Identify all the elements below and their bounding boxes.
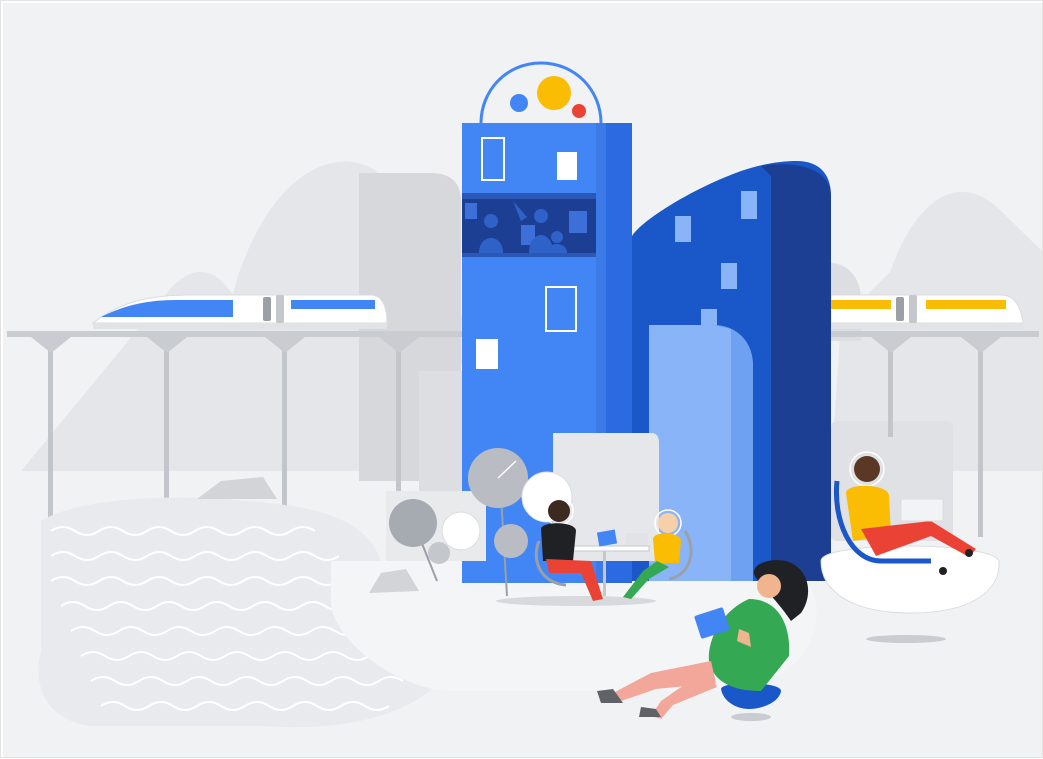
person-cafe-left — [548, 500, 570, 522]
assistant-dot-yellow-icon — [537, 76, 571, 110]
person-reading — [757, 574, 781, 598]
city-illustration — [3, 3, 1042, 757]
right-train — [830, 294, 1024, 329]
person-pod — [854, 456, 880, 482]
illustration-frame — [0, 0, 1043, 758]
assistant-dot-red-icon — [572, 104, 586, 118]
person-cafe-right — [658, 513, 678, 533]
assistant-dot-blue-icon — [510, 94, 528, 112]
